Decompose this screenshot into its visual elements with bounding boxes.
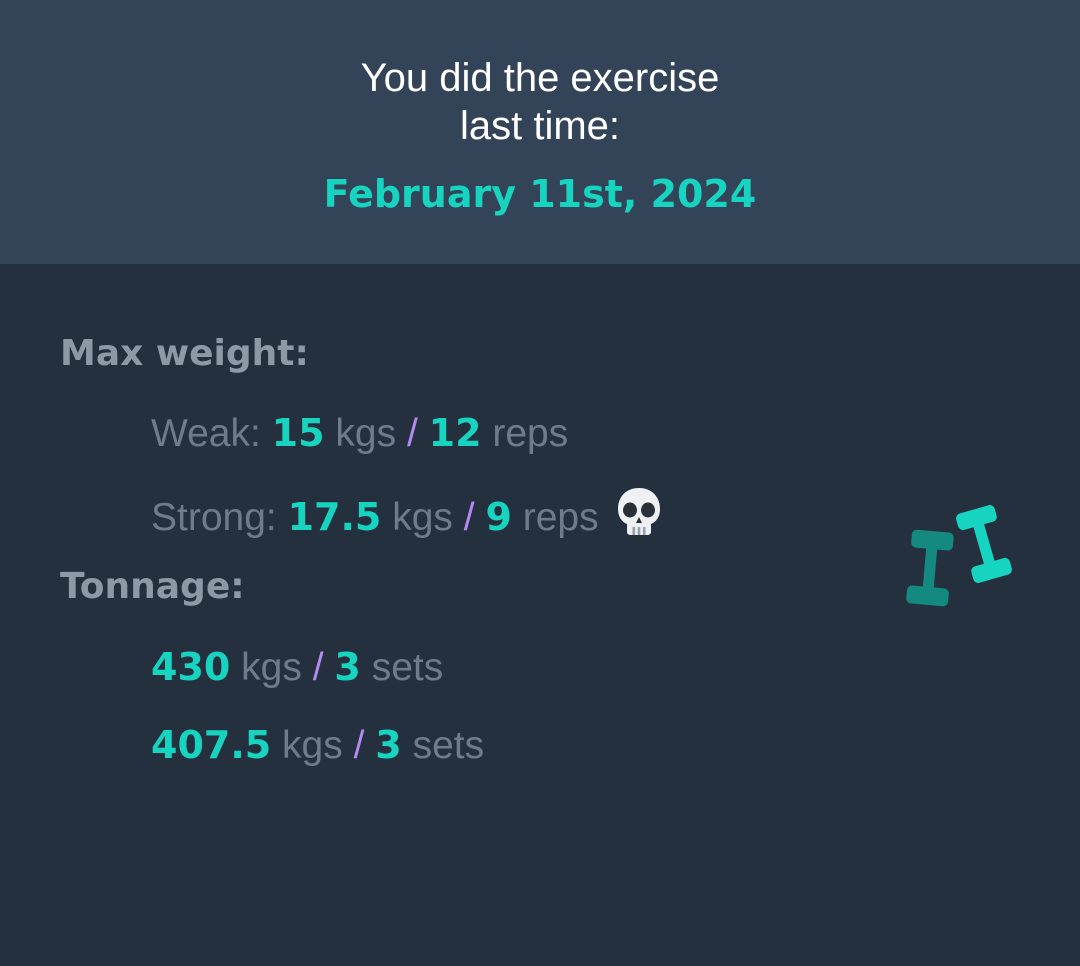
- tonnage-title: Tonnage:: [60, 566, 245, 607]
- tonnage-separator: /: [312, 646, 324, 689]
- tonnage-weight-unit: kgs: [241, 646, 302, 689]
- tonnage-weight-unit: kgs: [282, 724, 343, 767]
- dumbbells-icon: [898, 500, 1018, 615]
- tonnage-row: 407.5 kgs / 3 sets: [151, 720, 484, 771]
- weak-weight-unit: kgs: [335, 412, 397, 455]
- strong-reps-value: 9: [485, 495, 512, 539]
- skull-icon: [615, 486, 663, 549]
- last-exercise-header: You did the exercise last time: February…: [0, 0, 1080, 264]
- strong-reps-unit: reps: [522, 496, 599, 539]
- weak-reps-unit: reps: [492, 412, 569, 455]
- tonnage-weight-value: 430: [151, 645, 231, 689]
- weak-weight-value: 15: [271, 411, 325, 455]
- tonnage-sets-unit: sets: [371, 646, 444, 689]
- header-text-line2: last time:: [459, 104, 621, 148]
- strong-label: Strong:: [151, 496, 277, 539]
- max-weight-strong-row: Strong: 17.5 kgs / 9 reps: [151, 486, 663, 549]
- tonnage-sets-value: 3: [375, 723, 402, 767]
- weak-separator: /: [406, 412, 418, 455]
- tonnage-separator: /: [353, 724, 365, 767]
- strong-separator: /: [463, 496, 475, 539]
- strong-weight-unit: kgs: [392, 496, 453, 539]
- weak-label: Weak:: [151, 412, 261, 455]
- tonnage-sets-value: 3: [334, 645, 361, 689]
- strong-weight-value: 17.5: [287, 495, 382, 539]
- max-weight-title: Max weight:: [60, 333, 309, 374]
- header-text-line1: You did the exercise: [360, 56, 720, 100]
- tonnage-row: 430 kgs / 3 sets: [151, 642, 443, 693]
- tonnage-weight-value: 407.5: [151, 723, 272, 767]
- tonnage-sets-unit: sets: [412, 724, 485, 767]
- last-exercise-date: February 11st, 2024: [323, 172, 757, 216]
- max-weight-weak-row: Weak: 15 kgs / 12 reps: [151, 408, 568, 459]
- weak-reps-value: 12: [428, 411, 482, 455]
